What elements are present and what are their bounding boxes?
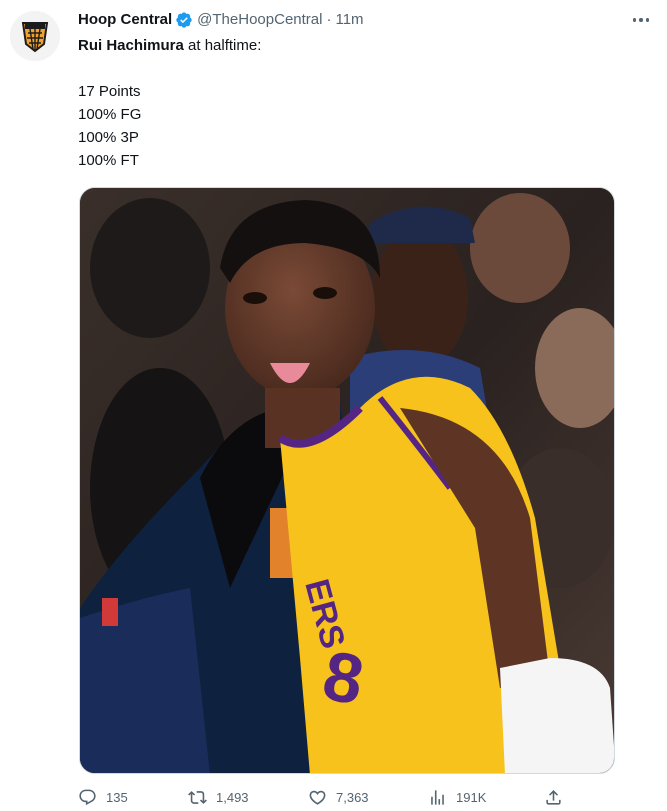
heart-icon xyxy=(309,790,326,805)
reply-button[interactable]: 135 xyxy=(78,786,128,808)
reply-count: 135 xyxy=(106,789,128,805)
views-count: 191K xyxy=(456,789,487,805)
tweet-action-bar: 135 1,493 7,363 191K xyxy=(78,786,578,808)
mentioned-player-name: Rui Hachimura xyxy=(78,37,184,54)
tweet-text: Rui Hachimura at halftime: 17 Points 100… xyxy=(78,34,618,172)
stat-fg: 100% FG xyxy=(78,106,142,123)
like-count: 7,363 xyxy=(336,789,369,805)
hoop-central-logo xyxy=(10,11,60,61)
share-icon xyxy=(546,789,561,805)
stat-points: 17 Points xyxy=(78,83,141,100)
reply-icon xyxy=(79,789,96,805)
author-name[interactable]: Hoop Central xyxy=(78,10,172,30)
more-dots-icon[interactable] xyxy=(629,10,653,30)
author-avatar[interactable] xyxy=(10,11,60,61)
views-button[interactable]: 191K xyxy=(428,786,486,808)
retweet-icon xyxy=(188,790,207,804)
like-button[interactable]: 7,363 xyxy=(308,786,369,808)
stat-3p: 100% 3P xyxy=(78,129,139,146)
tweet-card[interactable]: Hoop Central @TheHoopCentral · 11m Rui H… xyxy=(0,0,667,811)
verified-badge-icon xyxy=(176,12,192,28)
author-handle[interactable]: @TheHoopCentral xyxy=(197,10,322,30)
player-photo-illustration: ERS 8 xyxy=(80,188,614,773)
share-button[interactable] xyxy=(544,786,572,808)
tweet-text-rest: at halftime: xyxy=(183,37,262,54)
stat-ft: 100% FT xyxy=(78,152,139,169)
views-chart-icon xyxy=(431,789,444,805)
retweet-button[interactable]: 1,493 xyxy=(188,786,249,808)
tweet-text-line-1: Rui Hachimura at halftime: xyxy=(78,34,618,57)
separator-dot: · xyxy=(326,11,332,28)
retweet-count: 1,493 xyxy=(216,789,249,805)
tweet-timestamp[interactable]: 11m xyxy=(335,10,363,30)
tweet-header: Hoop Central @TheHoopCentral · 11m xyxy=(78,10,627,30)
tweet-photo[interactable]: ERS 8 xyxy=(79,187,615,774)
